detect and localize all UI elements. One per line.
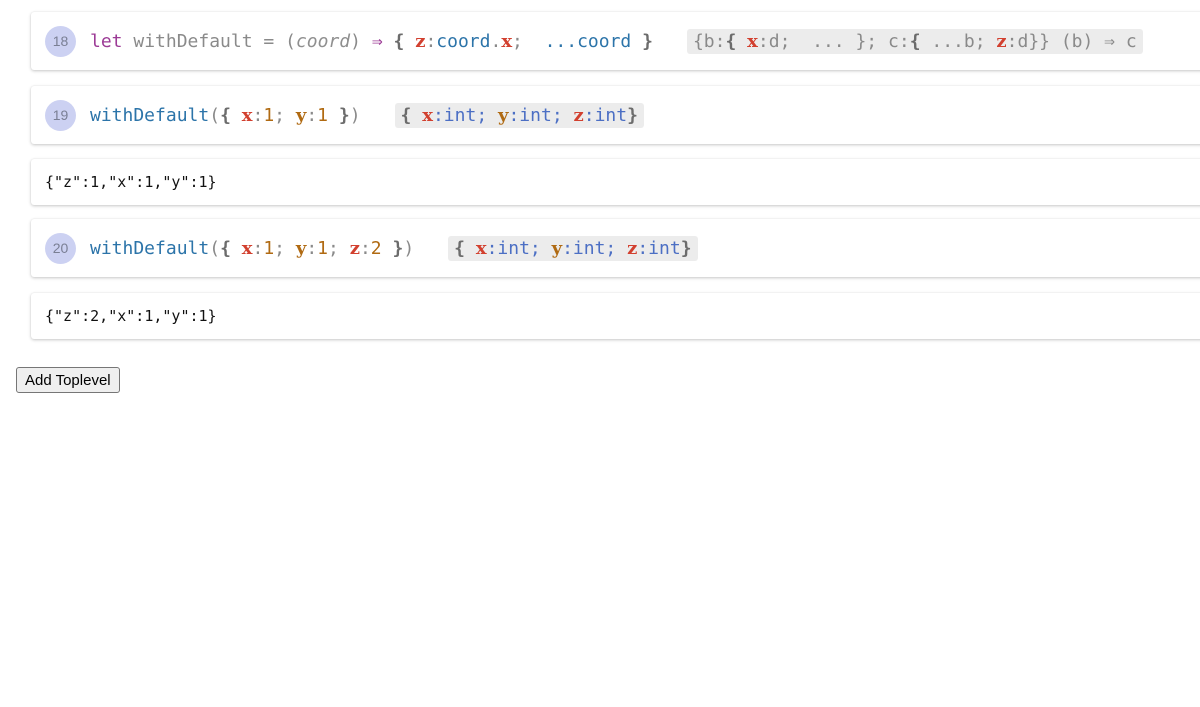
type-annotation: { x :int; y :int; z :int } [448,235,698,261]
type-colon-d: :d; [757,30,791,52]
type-c-label: c: [888,30,910,52]
toplevel-cell-18[interactable]: 18 let withDefault = ( coord ) ⇒ { z : c… [31,12,1200,70]
call-close: ) [403,237,415,259]
type-int-y: :int; [508,104,563,126]
value-y[interactable]: 1 [317,105,328,126]
type-spread-b: ...b; [931,30,986,52]
attr-x[interactable]: x [501,31,512,52]
dot-access: . [490,30,502,52]
record-brace-close: } [642,30,653,52]
type-close: }} (b) ⇒ c [1028,30,1137,52]
record-brace-close: } [338,104,350,126]
semicolon: ; [328,237,339,259]
type-c-open: { [909,30,921,52]
semicolon: ; [274,237,286,259]
code-expression[interactable]: let withDefault = ( coord ) ⇒ { z : coor… [90,31,653,52]
call-close: ) [349,104,361,126]
call-open: ( [209,104,221,126]
type-int-x: :int; [486,237,541,259]
param-open: ( [285,30,296,52]
evaluation-output: {"z":2,"x":1,"y":1} [45,307,217,325]
cell-number-badge: 20 [45,232,76,264]
value-x[interactable]: 1 [263,238,274,259]
cell-number-badge: 19 [45,99,76,131]
toplevel-cell-19[interactable]: 19 withDefault ( { x : 1 ; y : 1 } ) { x… [31,86,1200,144]
code-expression[interactable]: withDefault ( { x : 1 ; y : 1 ; z : 2 } … [90,238,414,259]
colon: : [252,104,264,126]
binding-name[interactable]: withDefault [133,31,252,52]
attr-x[interactable]: x [242,105,253,126]
call-open: ( [209,237,221,259]
type-open: {b: [692,30,726,52]
type-int-x: :int; [432,104,488,126]
record-brace-close: } [392,237,404,259]
value-y[interactable]: 1 [317,238,328,259]
type-brace-open: { [400,104,412,126]
param-name[interactable]: coord [296,31,350,52]
function-name[interactable]: withDefault [90,238,209,259]
colon: : [252,237,264,259]
attr-y[interactable]: y [296,105,306,126]
record-brace-open: { [220,237,231,259]
colon: : [359,237,371,259]
type-attr-z: z [573,104,584,126]
cell-number-badge: 18 [45,25,76,57]
type-attr-z: z [627,237,638,259]
type-int-y: :int; [562,237,617,259]
type-attr-y: y [551,237,563,259]
attr-z[interactable]: z [350,238,360,259]
evaluation-output: {"z":1,"x":1,"y":1} [45,173,217,191]
output-cell-19: {"z":1,"x":1,"y":1} [31,159,1200,205]
toplevel-cell-20[interactable]: 20 withDefault ( { x : 1 ; y : 1 ; z : 2… [31,219,1200,277]
record-brace-open: { [220,104,231,126]
type-annotation: {b: { x :d; ... }; c: { ...b; z :d }} (b… [686,28,1143,54]
attr-y[interactable]: y [296,238,306,259]
spread-coord[interactable]: ...coord [545,31,632,52]
type-colon-d2: :d [1006,30,1029,52]
attr-z[interactable]: z [415,31,425,52]
keyword-let: let [90,30,123,52]
colon: : [425,30,437,52]
type-attr-x: x [747,30,758,52]
type-annotation: { x :int; y :int; z :int } [394,102,644,128]
type-attr-z: z [996,30,1007,52]
semicolon: ; [274,104,286,126]
record-brace-open: { [393,30,405,52]
equals-sign: = [263,30,275,52]
add-toplevel-button[interactable]: Add Toplevel [16,367,120,393]
code-expression[interactable]: withDefault ( { x : 1 ; y : 1 } ) [90,105,361,126]
type-int-z: :int [583,104,628,126]
semicolon: ; [512,30,523,52]
function-name[interactable]: withDefault [90,105,209,126]
colon: : [306,104,318,126]
type-attr-x: x [422,104,433,126]
type-inner-close: }; [855,30,878,52]
value-z[interactable]: 2 [371,238,382,259]
coord-reference[interactable]: coord [436,31,490,52]
type-brace-close: } [627,104,638,126]
type-int-z: :int [637,237,681,259]
lambda-arrow: ⇒ [371,30,383,52]
param-close: ) [350,30,361,52]
type-brace-close: } [680,237,692,259]
attr-x[interactable]: x [242,238,253,259]
output-cell-20: {"z":2,"x":1,"y":1} [31,293,1200,339]
type-attr-x: x [475,237,487,259]
type-brace-open: { [454,237,465,259]
value-x[interactable]: 1 [263,105,274,126]
type-inner-open: { [725,30,737,52]
type-ellipsis: ... [812,30,845,52]
colon: : [306,237,318,259]
type-attr-y: y [498,104,509,126]
